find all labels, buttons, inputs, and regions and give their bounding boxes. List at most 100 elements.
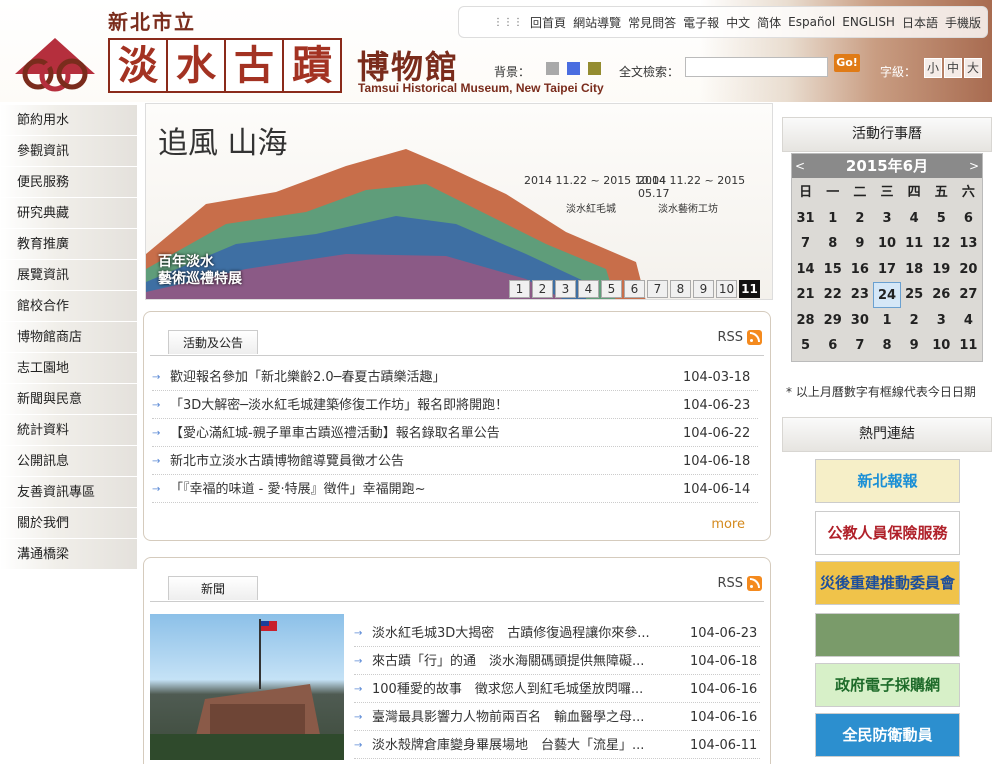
top-link-newsletter[interactable]: 電子報 [683, 14, 719, 31]
nav-item-accessibility[interactable]: 友善資訊專區 [0, 477, 137, 508]
calendar-day[interactable]: 4 [955, 308, 982, 334]
news-title[interactable]: 淡水紅毛城3D大揭密 古蹟修復過程讓你來參... [372, 620, 652, 647]
calendar-day[interactable]: 6 [955, 206, 982, 232]
news-title[interactable]: 100種愛的故事 徵求您人到紅毛城堡放閃囉... [372, 676, 652, 703]
nav-item-visit-info[interactable]: 參觀資訊 [0, 136, 137, 167]
banner-page-button[interactable]: 10 [716, 280, 737, 298]
hot-link-banner[interactable] [815, 613, 960, 657]
hot-link-banner[interactable]: 公教人員保險服務 [815, 511, 960, 555]
calendar-day[interactable]: 10 [873, 231, 900, 257]
more-link[interactable]: more [711, 517, 745, 532]
nav-item-public-info[interactable]: 公開訊息 [0, 446, 137, 477]
calendar-day[interactable]: 1 [873, 308, 900, 334]
news-row[interactable]: → 100種愛的故事 徵求您人到紅毛城堡放閃囉... 104-06-16 [354, 676, 760, 703]
news-title[interactable]: 淡水殼牌倉庫變身畢展場地 台藝大「流星」... [372, 732, 652, 759]
top-link-japanese[interactable]: 日本語 [902, 14, 938, 31]
calendar-day[interactable]: 9 [846, 231, 873, 257]
calendar-day[interactable]: 15 [819, 257, 846, 283]
calendar-day[interactable]: 1 [819, 206, 846, 232]
banner-page-button[interactable]: 5 [601, 280, 622, 298]
exhibition-banner[interactable]: 追風 山海 百年淡水 藝術巡禮特展 2014 11.22 ~ 2015 10.0… [145, 103, 773, 300]
calendar-prev-button[interactable]: < [795, 154, 805, 178]
calendar-day[interactable]: 5 [792, 333, 819, 359]
calendar-day[interactable]: 31 [792, 206, 819, 232]
calendar-day[interactable]: 27 [955, 282, 982, 308]
news-row[interactable]: → 來古蹟「行」的通 淡水海關碼頭提供無障礙... 104-06-18 [354, 648, 760, 675]
nav-item-education[interactable]: 教育推廣 [0, 229, 137, 260]
announcement-row[interactable]: → 新北市立淡水古蹟博物館導覽員徵才公告 104-06-18 [152, 448, 758, 475]
calendar-day[interactable]: 21 [792, 282, 819, 308]
nav-item-water-saving[interactable]: 節約用水 [0, 105, 137, 136]
calendar-day[interactable]: 11 [955, 333, 982, 359]
nav-item-news-opinion[interactable]: 新聞與民意 [0, 384, 137, 415]
nav-item-about[interactable]: 關於我們 [0, 508, 137, 539]
calendar-day[interactable]: 20 [955, 257, 982, 283]
banner-page-button[interactable]: 1 [509, 280, 530, 298]
calendar-day[interactable]: 22 [819, 282, 846, 308]
banner-page-button[interactable]: 4 [578, 280, 599, 298]
nav-item-public-service[interactable]: 便民服務 [0, 167, 137, 198]
nav-item-communication[interactable]: 溝通橋梁 [0, 539, 137, 570]
nav-item-school-partnership[interactable]: 館校合作 [0, 291, 137, 322]
hot-link-banner[interactable]: 新北報報 [815, 459, 960, 503]
nav-item-research[interactable]: 研究典藏 [0, 198, 137, 229]
banner-page-button-active[interactable]: 11 [739, 280, 760, 298]
announcement-title[interactable]: 【愛心滿紅城-親子單車古蹟巡禮活動】報名錄取名單公告 [170, 420, 500, 447]
calendar-day[interactable]: 7 [846, 333, 873, 359]
calendar-day[interactable]: 25 [901, 282, 928, 308]
bg-swatch-blue[interactable] [567, 62, 580, 75]
banner-page-button[interactable]: 7 [647, 280, 668, 298]
top-link-faq[interactable]: 常見問答 [628, 14, 676, 31]
top-link-espanol[interactable]: Español [788, 15, 835, 29]
calendar-day-today[interactable]: 24 [873, 282, 901, 308]
news-photo[interactable] [150, 614, 344, 760]
banner-page-button[interactable]: 6 [624, 280, 645, 298]
calendar-day[interactable]: 3 [873, 206, 900, 232]
search-input[interactable] [685, 57, 828, 77]
font-size-medium-button[interactable]: 中 [944, 58, 962, 78]
banner-page-button[interactable]: 2 [532, 280, 553, 298]
calendar-day[interactable]: 30 [846, 308, 873, 334]
hot-link-banner[interactable]: 災後重建推動委員會 [815, 561, 960, 605]
announcement-row[interactable]: → 「3D大解密─淡水紅毛城建築修復工作坊」報名即將開跑！ 104-06-23 [152, 392, 758, 419]
news-title[interactable]: 臺灣最具影響力人物前兩百名 輸血醫學之母... [372, 704, 652, 731]
calendar-day[interactable]: 5 [928, 206, 955, 232]
calendar-day[interactable]: 12 [928, 231, 955, 257]
calendar-day[interactable]: 14 [792, 257, 819, 283]
calendar-day[interactable]: 6 [819, 333, 846, 359]
site-title-boxes[interactable]: 淡 水 古 蹟 [108, 38, 342, 93]
top-link-home[interactable]: 回首頁 [530, 14, 566, 31]
top-link-english[interactable]: ENGLISH [842, 15, 895, 29]
calendar-day[interactable]: 16 [846, 257, 873, 283]
news-row[interactable]: → 淡水殼牌倉庫變身畢展場地 台藝大「流星」... 104-06-11 [354, 732, 760, 759]
nav-item-museum-shop[interactable]: 博物館商店 [0, 322, 137, 353]
announcement-row[interactable]: → 歡迎報名參加「新北樂齡2.0─春夏古蹟樂活趣」 104-03-18 [152, 364, 758, 391]
calendar-day[interactable]: 13 [955, 231, 982, 257]
news-title[interactable]: 來古蹟「行」的通 淡水海關碼頭提供無障礙... [372, 648, 652, 675]
announcement-row[interactable]: → 【愛心滿紅城-親子單車古蹟巡禮活動】報名錄取名單公告 104-06-22 [152, 420, 758, 447]
announcements-rss[interactable]: RSS [717, 330, 762, 345]
calendar-day[interactable]: 11 [901, 231, 928, 257]
bg-swatch-gray[interactable] [546, 62, 559, 75]
announcement-title[interactable]: 歡迎報名參加「新北樂齡2.0─春夏古蹟樂活趣」 [170, 364, 446, 391]
announcement-title[interactable]: 「『幸福的味道 - 愛‧特展』徵件」幸福開跑~ [170, 476, 425, 503]
nav-item-exhibitions[interactable]: 展覽資訊 [0, 260, 137, 291]
calendar-day[interactable]: 2 [901, 308, 928, 334]
top-link-mobile[interactable]: 手機版 [945, 14, 981, 31]
news-row[interactable]: → 臺灣最具影響力人物前兩百名 輸血醫學之母... 104-06-16 [354, 704, 760, 731]
calendar-day[interactable]: 26 [928, 282, 955, 308]
calendar-day[interactable]: 17 [873, 257, 900, 283]
calendar-day[interactable]: 28 [792, 308, 819, 334]
calendar-day[interactable]: 8 [819, 231, 846, 257]
hot-link-banner[interactable]: 全民防衛動員 [815, 713, 960, 757]
font-size-large-button[interactable]: 大 [964, 58, 982, 78]
announcement-title[interactable]: 「3D大解密─淡水紅毛城建築修復工作坊」報名即將開跑！ [170, 392, 508, 419]
announcement-title[interactable]: 新北市立淡水古蹟博物館導覽員徵才公告 [170, 448, 404, 475]
nav-item-statistics[interactable]: 統計資料 [0, 415, 137, 446]
calendar-day[interactable]: 8 [873, 333, 900, 359]
tab-announcements[interactable]: 活動及公告 [168, 330, 258, 354]
calendar-day[interactable]: 2 [846, 206, 873, 232]
top-link-sitemap[interactable]: 網站導覽 [573, 14, 621, 31]
calendar-day[interactable]: 19 [928, 257, 955, 283]
nav-item-volunteers[interactable]: 志工園地 [0, 353, 137, 384]
